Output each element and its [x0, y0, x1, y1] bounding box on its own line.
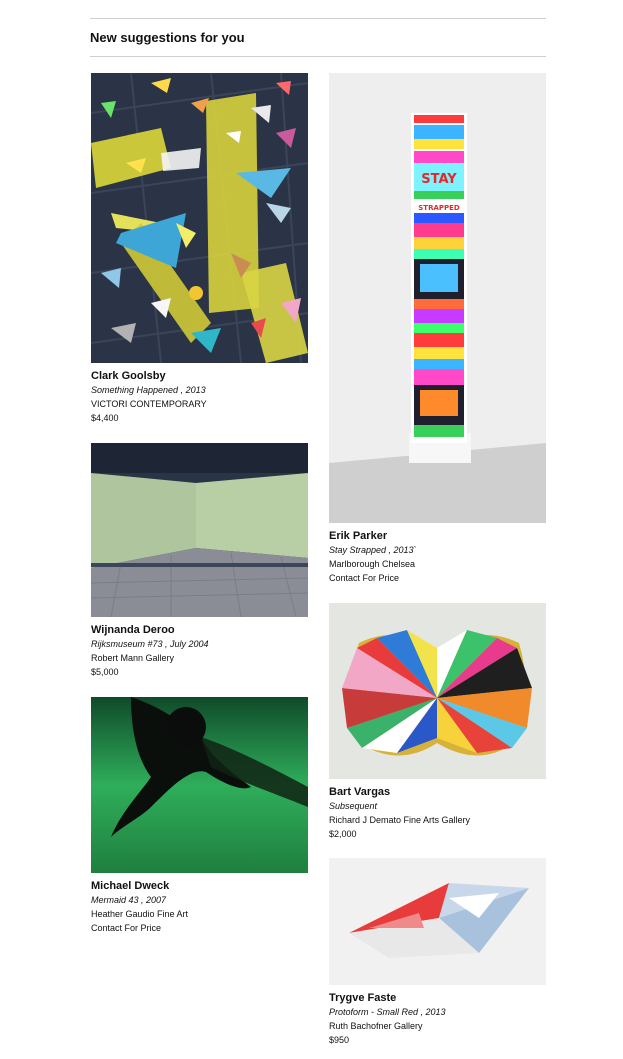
artwork-card-wijnanda-deroo[interactable]: Wijnanda Deroo Rijksmuseum #73 , July 20…	[91, 443, 309, 679]
artwork-image-subsequent[interactable]	[329, 603, 546, 779]
gallery-name[interactable]: Heather Gaudio Fine Art	[91, 907, 309, 921]
top-divider	[90, 18, 546, 19]
artwork-price: $5,000	[91, 667, 119, 677]
artwork-card-clark-goolsby[interactable]: Clark Goolsby Something Happened , 2013 …	[91, 73, 309, 425]
painted-word-stay: STAY	[421, 172, 457, 187]
gallery-name[interactable]: Marlborough Chelsea	[329, 557, 547, 571]
artwork-card-michael-dweck[interactable]: Michael Dweck Mermaid 43 , 2007 Heather …	[91, 697, 309, 935]
gallery-name[interactable]: VICTORI CONTEMPORARY	[91, 397, 309, 411]
gallery-name[interactable]: Robert Mann Gallery	[91, 651, 309, 665]
artist-name[interactable]: Trygve Faste	[329, 991, 547, 1005]
artwork-card-bart-vargas[interactable]: Bart Vargas Subsequent Richard J Demato …	[329, 603, 547, 841]
artwork-title[interactable]: Subsequent	[329, 799, 547, 813]
artwork-image-stay-strapped[interactable]: STAY STRAPPED	[329, 73, 546, 523]
artist-name[interactable]: Michael Dweck	[91, 879, 309, 893]
artwork-card-erik-parker[interactable]: STAY STRAPPED Erik Parker Stay Strapped …	[329, 73, 547, 585]
section-heading: New suggestions for you	[90, 30, 245, 45]
artwork-image-rijksmuseum-73[interactable]	[91, 443, 308, 617]
artwork-title[interactable]: Stay Strapped , 2013`	[329, 543, 547, 557]
artwork-title[interactable]: Rijksmuseum #73 , July 2004	[91, 637, 309, 651]
artist-name[interactable]: Bart Vargas	[329, 785, 547, 799]
artist-name[interactable]: Erik Parker	[329, 529, 547, 543]
artwork-image-something-happened[interactable]	[91, 73, 308, 363]
gallery-name[interactable]: Richard J Demato Fine Arts Gallery	[329, 813, 547, 827]
artwork-price: Contact For Price	[91, 923, 162, 933]
gallery-name[interactable]: Ruth Bachofner Gallery	[329, 1019, 547, 1033]
artwork-title[interactable]: Something Happened , 2013	[91, 383, 309, 397]
artwork-price: Contact For Price	[329, 573, 400, 583]
artist-name[interactable]: Wijnanda Deroo	[91, 623, 309, 637]
heading-divider	[90, 56, 546, 57]
artwork-price: $2,000	[329, 829, 357, 839]
artwork-price: $4,400	[91, 413, 119, 423]
artwork-price: $950	[329, 1035, 350, 1045]
artwork-card-trygve-faste[interactable]: Trygve Faste Protoform - Small Red , 201…	[329, 858, 547, 1047]
painted-word-strapped: STRAPPED	[418, 204, 460, 212]
artwork-image-protoform-small-red[interactable]	[329, 858, 546, 985]
artist-name[interactable]: Clark Goolsby	[91, 369, 309, 383]
artwork-title[interactable]: Mermaid 43 , 2007	[91, 893, 309, 907]
artwork-image-mermaid-43[interactable]	[91, 697, 308, 873]
artwork-title[interactable]: Protoform - Small Red , 2013	[329, 1005, 547, 1019]
